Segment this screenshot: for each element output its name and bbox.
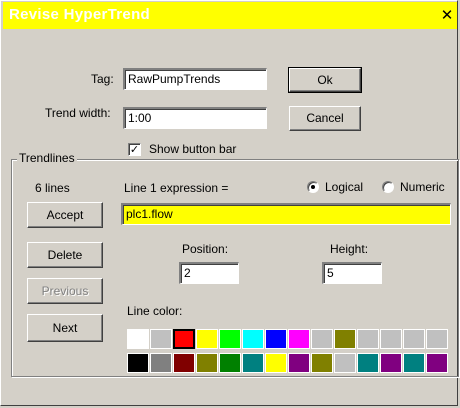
color-swatch[interactable] xyxy=(311,353,333,373)
previous-button[interactable]: Previous xyxy=(27,278,103,304)
color-swatch[interactable] xyxy=(265,329,287,349)
color-swatch[interactable] xyxy=(150,329,172,349)
color-swatch[interactable] xyxy=(380,329,402,349)
color-swatch[interactable] xyxy=(403,329,425,349)
numeric-radio-label: Numeric xyxy=(400,180,445,194)
line-color-palette xyxy=(127,329,451,375)
color-swatch[interactable] xyxy=(426,329,448,349)
tag-input[interactable]: RawPumpTrends xyxy=(123,68,267,90)
window-title: Revise HyperTrend xyxy=(9,6,150,23)
delete-button[interactable]: Delete xyxy=(27,242,103,268)
trendlines-group-title: Trendlines xyxy=(17,151,77,165)
trend-width-input[interactable]: 1:00 xyxy=(123,107,267,129)
color-swatch[interactable] xyxy=(219,329,241,349)
show-button-bar-checkbox[interactable]: ✓ xyxy=(128,143,141,156)
logical-radio-label: Logical xyxy=(325,180,364,194)
show-button-bar-label: Show button bar xyxy=(149,142,237,156)
color-swatch[interactable] xyxy=(334,353,356,373)
color-swatch[interactable] xyxy=(426,353,448,373)
accept-button[interactable]: Accept xyxy=(27,202,103,228)
logical-radio[interactable] xyxy=(307,181,319,193)
color-swatch[interactable] xyxy=(127,329,149,349)
radio-selected-dot xyxy=(311,185,315,189)
close-icon[interactable]: ✕ xyxy=(439,7,455,23)
next-button[interactable]: Next xyxy=(27,314,103,342)
color-swatch[interactable] xyxy=(357,329,379,349)
height-label: Height: xyxy=(330,242,369,256)
line-color-label: Line color: xyxy=(127,304,183,318)
line-count-label: 6 lines xyxy=(35,181,70,195)
tag-label: Tag: xyxy=(91,72,114,86)
color-swatch[interactable] xyxy=(242,329,264,349)
color-swatch[interactable] xyxy=(196,329,218,349)
line-expression-input[interactable]: plc1.flow xyxy=(121,203,451,225)
color-swatch[interactable] xyxy=(242,353,264,373)
title-bar[interactable]: Revise HyperTrend ✕ xyxy=(3,2,457,29)
color-swatch[interactable] xyxy=(173,329,195,349)
height-input[interactable]: 5 xyxy=(322,262,382,284)
color-swatch[interactable] xyxy=(288,329,310,349)
color-swatch[interactable] xyxy=(173,353,195,373)
revise-hypertrend-dialog: Revise HyperTrend ✕ Tag: RawPumpTrends T… xyxy=(0,0,459,406)
color-swatch[interactable] xyxy=(334,329,356,349)
color-swatch[interactable] xyxy=(127,353,149,373)
color-swatch[interactable] xyxy=(265,353,287,373)
numeric-radio[interactable] xyxy=(382,181,394,193)
cancel-button[interactable]: Cancel xyxy=(289,106,361,131)
color-swatch[interactable] xyxy=(357,353,379,373)
line-expression-label: Line 1 expression = xyxy=(124,181,229,195)
position-input[interactable]: 2 xyxy=(179,262,239,284)
color-swatch[interactable] xyxy=(150,353,172,373)
color-swatch[interactable] xyxy=(219,353,241,373)
ok-button[interactable]: Ok xyxy=(288,67,362,93)
color-swatch[interactable] xyxy=(311,329,333,349)
color-swatch[interactable] xyxy=(196,353,218,373)
position-label: Position: xyxy=(182,242,229,256)
trend-width-label: Trend width: xyxy=(45,106,111,120)
color-swatch[interactable] xyxy=(403,353,425,373)
color-swatch[interactable] xyxy=(380,353,402,373)
color-swatch[interactable] xyxy=(288,353,310,373)
dialog-footer xyxy=(3,385,457,405)
